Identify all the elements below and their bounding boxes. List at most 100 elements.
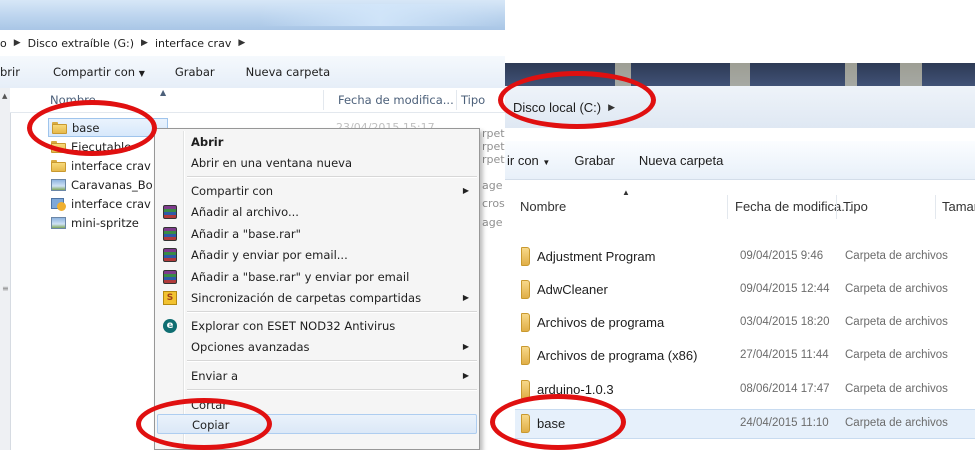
sort-arrow-icon: ▲: [622, 188, 630, 197]
menu-item-add-to-rar[interactable]: Añadir a "base.rar": [157, 224, 477, 244]
menu-item-label: Abrir en una ventana nueva: [191, 156, 352, 170]
column-name[interactable]: Nombre: [520, 199, 566, 214]
application-icon: [51, 197, 66, 211]
column-size[interactable]: Tamañ: [942, 199, 975, 214]
column-type[interactable]: Tipo: [461, 93, 485, 107]
eset-antivirus-icon: e: [163, 319, 177, 333]
file-row[interactable]: mini-spritze: [51, 213, 139, 232]
column-date[interactable]: Fecha de modifica...: [338, 93, 454, 107]
menu-item-label: Enviar a: [191, 369, 239, 383]
table-row[interactable]: Adjustment Program 09/04/2015 9:46 Carpe…: [515, 243, 975, 270]
breadcrumb-drive-g[interactable]: Disco extraíble (G:): [28, 37, 134, 50]
menu-item-label: Explorar con ESET NOD32 Antivirus: [191, 319, 396, 333]
menu-item-label: Añadir y enviar por email...: [191, 248, 348, 262]
menu-item-label: Sincronización de carpetas compartidas: [191, 291, 422, 305]
open-button[interactable]: brir: [0, 65, 20, 79]
file-row[interactable]: interface crav: [51, 194, 151, 213]
share-with-label: Compartir con: [52, 65, 136, 79]
burn-button[interactable]: Grabar: [574, 153, 614, 168]
row-type: Carpeta de archivos: [845, 250, 948, 262]
new-folder-button[interactable]: Nueva carpeta: [639, 153, 724, 168]
right-column-header: Nombre ▲ Fecha de modifica... Tipo Tamañ: [505, 188, 975, 223]
file-name: mini-spritze: [71, 215, 139, 230]
left-command-bar: brir Compartir con ▼ Grabar Nueva carpet…: [0, 56, 505, 89]
winrar-icon: [163, 248, 177, 262]
menu-item-open-new-window[interactable]: Abrir en una ventana nueva: [157, 153, 477, 173]
left-address-bar[interactable]: o ▶ Disco extraíble (G:) ▶ interface cra…: [0, 30, 505, 57]
column-date[interactable]: Fecha de modifica...: [735, 199, 852, 214]
partial-type-text: rpet: [482, 153, 505, 166]
share-with-label: ir con: [507, 152, 539, 168]
submenu-arrow-icon: ▶: [462, 186, 469, 195]
chevron-right-icon[interactable]: ▶: [238, 38, 245, 48]
right-command-bar: ir con ▼ Grabar Nueva carpeta: [505, 141, 975, 180]
chevron-right-icon[interactable]: ▶: [14, 38, 21, 48]
menu-item-eset-scan[interactable]: e Explorar con ESET NOD32 Antivirus: [157, 316, 477, 336]
image-icon: [51, 178, 66, 191]
file-row[interactable]: interface crav: [51, 156, 151, 175]
menu-item-label: Añadir a "base.rar" y enviar por email: [191, 270, 410, 284]
scroll-grip-icon[interactable]: ≡: [2, 284, 9, 293]
winrar-icon: [163, 205, 177, 219]
breadcrumb-lead: o: [0, 36, 7, 50]
menu-item-label: Compartir con: [191, 184, 274, 198]
row-date: 03/04/2015 18:20: [740, 316, 830, 328]
row-type: Carpeta de archivos: [845, 383, 948, 395]
row-type: Carpeta de archivos: [845, 349, 948, 361]
row-name: Archivos de programa: [537, 315, 665, 330]
column-type[interactable]: Tipo: [843, 199, 868, 214]
file-name: interface crav: [71, 196, 151, 211]
file-name: interface crav: [71, 158, 151, 173]
share-with-button[interactable]: Compartir con ▼: [53, 65, 145, 79]
image-icon: [51, 216, 66, 229]
left-title-bar: [0, 0, 505, 30]
partial-type-text: rpet: [482, 127, 505, 140]
left-vertical-scrollbar[interactable]: ▲ ≡: [0, 88, 11, 450]
row-date: 24/04/2015 11:10: [740, 417, 829, 429]
row-date: 27/04/2015 11:44: [740, 349, 829, 361]
annotation-ellipse-base: [27, 100, 157, 156]
row-date: 09/04/2015 9:46: [740, 250, 824, 262]
menu-item-label: Añadir a "base.rar": [191, 227, 301, 241]
menu-item-advanced-options[interactable]: Opciones avanzadas ▶: [157, 337, 477, 357]
new-folder-button[interactable]: Nueva carpeta: [246, 65, 331, 79]
row-name: Adjustment Program: [537, 249, 656, 264]
dropdown-arrow-icon: ▼: [138, 69, 145, 78]
menu-item-open[interactable]: Abrir: [157, 132, 477, 152]
row-type: Carpeta de archivos: [845, 417, 948, 429]
menu-item-label: Abrir: [191, 135, 224, 149]
row-type: Carpeta de archivos: [845, 283, 948, 295]
share-with-button[interactable]: ir con ▼: [507, 153, 550, 168]
menu-item-add-to-archive[interactable]: Añadir al archivo...: [157, 202, 477, 222]
breadcrumb-folder[interactable]: interface crav: [155, 37, 231, 50]
burn-button[interactable]: Grabar: [175, 65, 215, 79]
table-row[interactable]: Archivos de programa 03/04/2015 18:20 Ca…: [515, 309, 975, 336]
table-row[interactable]: Archivos de programa (x86) 27/04/2015 11…: [515, 342, 975, 369]
menu-item-share-with[interactable]: Compartir con ▶: [157, 181, 477, 201]
dropdown-arrow-icon: ▼: [542, 157, 551, 167]
chevron-right-icon[interactable]: ▶: [141, 38, 148, 48]
partial-type-text: age: [482, 179, 503, 192]
left-explorer-window: o ▶ Disco extraíble (G:) ▶ interface cra…: [0, 0, 505, 450]
menu-item-label: Opciones avanzadas: [191, 340, 310, 354]
scroll-up-icon[interactable]: ▲: [2, 92, 7, 100]
file-row[interactable]: Caravanas_Bo: [51, 175, 153, 194]
menu-item-add-rar-and-email[interactable]: Añadir a "base.rar" y enviar por email: [157, 267, 477, 287]
file-name: Caravanas_Bo: [71, 177, 153, 192]
partial-type-text: cros: [482, 197, 505, 210]
folder-icon: [521, 280, 530, 299]
table-row[interactable]: AdwCleaner 09/04/2015 12:44 Carpeta de a…: [515, 276, 975, 303]
folder-icon: [51, 159, 66, 172]
menu-item-send-to[interactable]: Enviar a ▶: [157, 366, 477, 386]
menu-item-sync-folders[interactable]: S Sincronización de carpetas compartidas…: [157, 288, 477, 308]
row-date: 08/06/2014 17:47: [740, 383, 830, 395]
menu-item-add-and-email[interactable]: Añadir y enviar por email...: [157, 245, 477, 265]
partial-type-text: rpet: [482, 140, 505, 153]
sync-folders-icon: S: [163, 291, 177, 305]
submenu-arrow-icon: ▶: [462, 371, 469, 380]
row-name: Archivos de programa (x86): [537, 348, 698, 363]
folder-icon: [521, 313, 530, 332]
submenu-arrow-icon: ▶: [462, 342, 469, 351]
annotation-ellipse-drive-c: [498, 71, 656, 129]
submenu-arrow-icon: ▶: [462, 293, 469, 302]
